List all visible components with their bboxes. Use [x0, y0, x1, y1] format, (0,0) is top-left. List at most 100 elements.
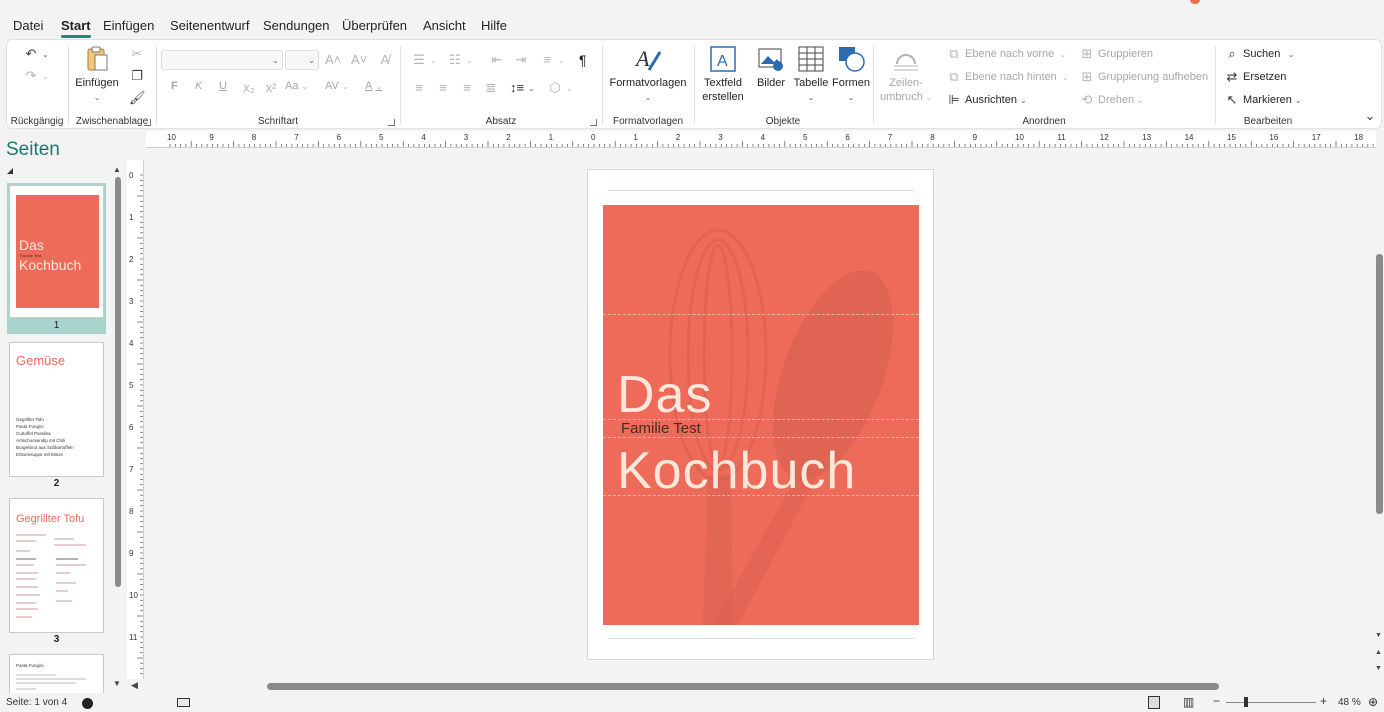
dialog-launcher-icon[interactable] [590, 119, 597, 126]
justify-button[interactable]: ≣ [483, 80, 499, 96]
ruler-label: 2 [506, 133, 511, 142]
font-color-label: A [365, 80, 373, 92]
horizontal-scrollbar[interactable]: ◀ [127, 679, 1384, 693]
chevron-down-icon: ⌄ [93, 93, 101, 102]
cover-title-das[interactable]: Das [617, 365, 712, 425]
vertical-ruler[interactable]: 0 1 2 3 4 5 6 7 8 9 10 11 [127, 160, 144, 680]
tab-hilfe[interactable]: Hilfe [481, 18, 507, 33]
tab-einfuegen[interactable]: Einfügen [103, 18, 154, 33]
tab-datei[interactable]: Datei [13, 18, 43, 33]
send-backward-button[interactable]: ⧉ Ebene nach hinten ⌄ [946, 69, 1068, 85]
page-thumbnail-4[interactable]: Pasta Fungini [7, 654, 106, 694]
redo-button[interactable]: ↷ ⌄ [23, 68, 49, 84]
superscript-button[interactable]: x² [263, 80, 279, 96]
show-formatting-button[interactable]: ¶ [579, 52, 587, 68]
collapse-ribbon-button[interactable]: ⌄ [1362, 108, 1378, 124]
shading-button[interactable]: ⬡ ⌄ [547, 80, 572, 96]
columns-button[interactable]: ≡ ⌄ [539, 52, 565, 68]
find-button[interactable]: ⌕ Suchen ⌄ [1224, 46, 1294, 62]
grow-font-button[interactable]: A˄ [325, 52, 341, 68]
align-right-button[interactable]: ≡ [459, 80, 475, 96]
scroll-up-icon[interactable]: ▲ [113, 165, 121, 174]
line-spacing-button[interactable]: ↕≡ ⌄ [509, 80, 535, 96]
scroll-prev-page-icon[interactable]: ▲ [1375, 649, 1382, 656]
pages-scroll-thumb[interactable] [115, 177, 121, 587]
page-count-status[interactable]: Seite: 1 von 4 [6, 697, 67, 708]
dialog-launcher-icon[interactable] [388, 119, 395, 126]
bullets-button[interactable]: ☰ ⌄ [411, 52, 437, 68]
cover-title-kochbuch[interactable]: Kochbuch [617, 441, 856, 501]
cover-image[interactable]: Das Familie Test Kochbuch [603, 205, 919, 625]
bold-button[interactable]: F [171, 80, 178, 92]
italic-button[interactable]: K [195, 80, 202, 92]
text-wrap-button[interactable]: Zeilen- umbruch ⌄ [878, 44, 934, 105]
print-layout-icon[interactable] [1148, 696, 1160, 709]
undo-button[interactable]: ↶ ⌄ [23, 46, 49, 62]
page-thumbnail-1[interactable]: Das Familie Test Kochbuch 1 [7, 183, 106, 334]
horizontal-ruler[interactable]: 10 9 8 7 6 5 4 3 2 1 0 1 2 3 4 5 6 7 8 9 10 11 12 13 14 15 16 17 18 [146, 131, 1376, 148]
zoom-slider-thumb[interactable] [1244, 697, 1248, 707]
group-button[interactable]: ⊞ Gruppieren [1079, 46, 1154, 62]
zoom-out-button[interactable]: − [1213, 694, 1220, 708]
align-button[interactable]: ⊫ Ausrichten ⌄ [946, 92, 1026, 108]
bring-forward-button[interactable]: ⧉ Ebene nach vorne ⌄ [946, 46, 1066, 62]
tab-start[interactable]: Start [61, 18, 91, 38]
pictures-button[interactable]: Bilder [751, 44, 791, 90]
align-center-button[interactable]: ≡ [435, 80, 451, 96]
align-left-button[interactable]: ≡ [411, 80, 427, 96]
paste-button[interactable]: Einfügen ⌄ [75, 44, 119, 105]
tab-ueberpruefen[interactable]: Überprüfen [342, 18, 407, 33]
fit-page-icon[interactable]: ⊕ [1368, 695, 1378, 709]
font-family-select[interactable]: ⌄ [161, 50, 283, 70]
tab-ansicht[interactable]: Ansicht [423, 18, 466, 33]
align-center-icon: ≡ [439, 80, 447, 95]
scroll-next-page-icon[interactable]: ▼ [1375, 665, 1382, 672]
clear-formatting-button[interactable]: A̸ [377, 52, 393, 68]
thumbnail-page: Gegrillter Tofu [9, 498, 104, 633]
accessibility-icon[interactable] [177, 698, 190, 707]
styles-button[interactable]: A Formatvorlagen ⌄ [607, 44, 689, 105]
page-thumbnail-2[interactable]: Gemüse Gegrillter Tofu Pasta Fungini Cur… [7, 341, 106, 493]
format-painter-button[interactable]: 🖌 [129, 90, 146, 106]
shrink-font-button[interactable]: A˅ [351, 52, 367, 68]
increase-indent-button[interactable]: ⇥ [513, 52, 529, 68]
decrease-indent-button[interactable]: ⇤ [489, 52, 505, 68]
cut-button[interactable]: ✂ [129, 46, 145, 62]
ungroup-button[interactable]: ⊞ Gruppierung aufheben [1079, 69, 1209, 85]
document-page[interactable]: Das Familie Test Kochbuch [587, 169, 934, 660]
change-case-button[interactable]: Aa ⌄ [285, 80, 308, 92]
scroll-down-icon[interactable]: ▼ [1375, 632, 1382, 639]
select-button[interactable]: ↖ Markieren ⌄ [1224, 92, 1302, 108]
horizontal-scroll-thumb[interactable] [267, 683, 1219, 690]
vertical-scroll-thumb[interactable] [1376, 254, 1383, 514]
tab-sendungen[interactable]: Sendungen [263, 18, 330, 33]
subscript-button[interactable]: x₂ [241, 80, 257, 96]
collapse-triangle-icon[interactable] [7, 168, 13, 174]
pages-scrollbar[interactable]: ▲ ▼ [113, 163, 123, 693]
numbering-button[interactable]: ☷ ⌄ [447, 52, 473, 68]
document-canvas[interactable]: Das Familie Test Kochbuch [146, 149, 1375, 679]
zoom-percentage[interactable]: 48 % [1338, 697, 1361, 708]
dialog-launcher-icon[interactable] [144, 119, 151, 126]
table-button[interactable]: Tabelle ⌄ [791, 44, 831, 105]
underline-button[interactable]: U [219, 80, 227, 92]
shapes-button[interactable]: Formen ⌄ [831, 44, 871, 105]
tab-seitenentwurf[interactable]: Seitenentwurf [170, 18, 250, 33]
macro-record-icon[interactable] [82, 698, 93, 709]
zoom-slider-track[interactable] [1226, 702, 1316, 703]
rotate-button[interactable]: ⟲ Drehen ⌄ [1079, 92, 1144, 108]
replace-button[interactable]: ⇄ Ersetzen [1224, 69, 1287, 85]
zoom-in-button[interactable]: + [1320, 694, 1327, 708]
font-color-button[interactable]: A ⌄ [365, 80, 382, 92]
scroll-left-icon[interactable]: ◀ [131, 680, 138, 691]
vertical-scrollbar[interactable]: ▼ ▲ ▼ [1375, 149, 1384, 679]
character-spacing-button[interactable]: AV ⌄ [325, 80, 349, 92]
web-layout-icon[interactable]: ▥ [1183, 695, 1194, 709]
copy-button[interactable]: ❐ [129, 68, 145, 84]
font-size-select[interactable]: ⌄ [285, 50, 319, 70]
page-thumbnail-3[interactable]: Gegrillter Tofu 3 [7, 498, 106, 650]
textbox-button[interactable]: A Textfeld erstellen [699, 44, 747, 104]
cover-subtitle[interactable]: Familie Test [621, 420, 701, 437]
scroll-down-icon[interactable]: ▼ [113, 679, 121, 688]
ruler-label: 17 [1312, 133, 1321, 142]
